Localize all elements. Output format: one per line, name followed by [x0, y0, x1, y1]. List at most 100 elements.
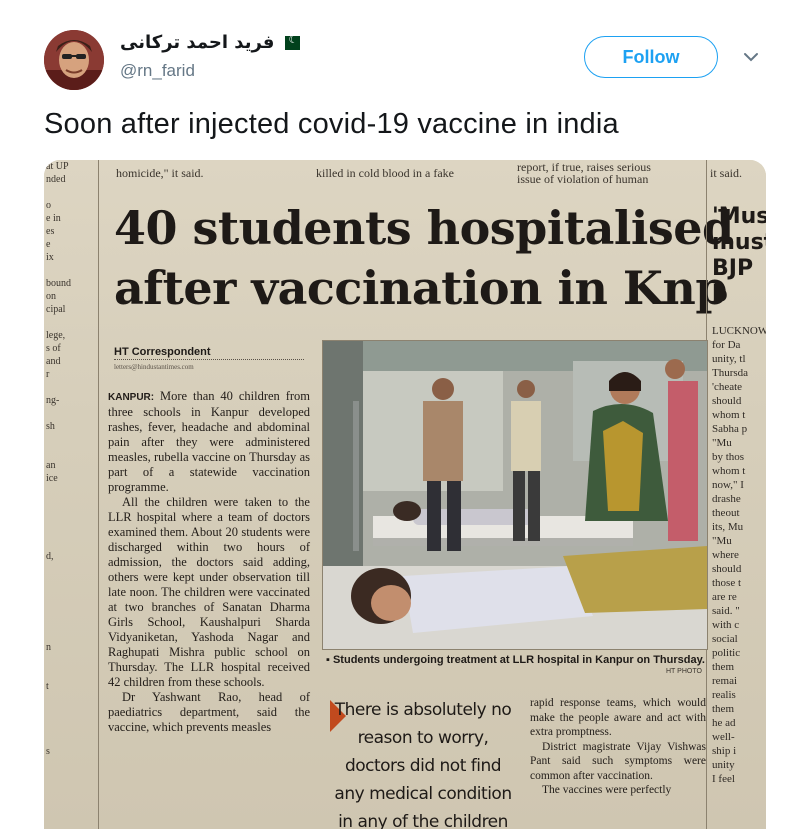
column-fragment-line: Thursda	[712, 367, 749, 379]
top-strip-text: issue of violation of human	[517, 172, 649, 186]
byline-email: letters@hindustantimes.com	[114, 363, 194, 371]
top-strip: homicide," it said. killed in cold blood…	[112, 160, 766, 186]
byline-rule	[114, 359, 304, 360]
column-fragment-line: and	[46, 356, 61, 367]
column-fragment-line	[46, 719, 98, 732]
chevron-down-icon[interactable]	[740, 46, 762, 68]
column-fragment-line	[46, 602, 98, 615]
column-fragment-line: BJP b	[712, 256, 754, 307]
column-fragment-line	[46, 381, 98, 394]
column-fragment-line: d,	[46, 551, 54, 562]
top-strip-text: homicide," it said.	[116, 166, 204, 180]
column-fragment-line: cipal	[46, 304, 66, 315]
column-fragment-line	[46, 498, 98, 511]
column-fragment-line: politic	[712, 647, 741, 659]
column-fragment-line: "Mu	[712, 437, 732, 449]
column-fragment-line	[46, 316, 98, 329]
tweet-text: Soon after injected covid-19 vaccine in …	[44, 108, 619, 140]
column-fragment-line: r	[46, 369, 50, 380]
column-fragment-line: "Mu	[712, 535, 732, 547]
column-fragment-line: lege,	[46, 330, 66, 341]
column-fragment-line	[46, 446, 98, 459]
caption-text: Students undergoing treatment at LLR hos…	[332, 654, 705, 666]
column-fragment-line: social	[712, 633, 738, 645]
column-fragment-line: drashe	[712, 493, 741, 505]
column-fragment-line: ix	[46, 252, 54, 263]
column-fragment-line: whom t	[712, 465, 746, 477]
column-fragment-line	[46, 732, 98, 745]
column-fragment-line: now," I	[712, 479, 744, 491]
column-fragment-line: where	[712, 549, 739, 561]
article-paragraph: rapid response teams, which would make t…	[530, 697, 706, 738]
headline: 40 students hospitalised after vaccinati…	[114, 198, 734, 318]
byline: HT Correspondent	[114, 346, 211, 358]
user-handle[interactable]: @rn_farid	[120, 61, 195, 81]
pull-quote: There is absolutely no reason to worry, …	[334, 700, 512, 829]
tweet-media-image[interactable]: at UP nded o e in es e ix bound on cipal lege, s…	[44, 160, 766, 829]
column-fragment-line	[46, 706, 98, 719]
display-name[interactable]: فريد احمد ترکانی	[120, 32, 274, 53]
right-column-body: LUCKNOW for Da unity, tl Thursda 'cheate shou…	[712, 324, 766, 786]
column-fragment-line: by thos	[712, 451, 745, 463]
column-fragment-line	[46, 615, 98, 628]
column-fragment-line: them	[712, 661, 734, 673]
article-paragraph: All the children were taken to the LLR h…	[108, 495, 310, 689]
column-fragment-line: e in	[46, 213, 61, 224]
column-fragment-line: those t	[712, 577, 742, 589]
pakistan-flag-icon	[280, 33, 301, 50]
column-fragment-line: whom t	[712, 409, 746, 421]
display-name-row[interactable]: فريد احمد ترکانی	[120, 32, 301, 53]
column-fragment-line: are re	[712, 591, 737, 603]
column-fragment-line: should	[712, 395, 742, 407]
column-fragment-line: t	[46, 681, 49, 692]
column-fragment-line: 'cheate	[712, 381, 743, 393]
newspaper-clipping: at UP nded o e in es e ix bound on cipal lege, s…	[44, 160, 766, 829]
dateline: KANPUR:	[108, 392, 155, 403]
column-fragment-line: for Da	[712, 339, 741, 351]
column-fragment-line	[46, 576, 98, 589]
news-photo	[322, 340, 708, 650]
column-fragment-line: at UP	[46, 161, 69, 172]
column-fragment-line: sh	[46, 421, 55, 432]
column-fragment-line: bound	[46, 278, 71, 289]
column-fragment-line: realis	[712, 689, 736, 701]
column-fragment-line	[46, 667, 98, 680]
column-fragment-line	[46, 628, 98, 641]
column-fragment-line: s	[46, 746, 50, 757]
hospital-ward-photo	[323, 341, 707, 649]
article-paragraph: More than 40 children from three schools…	[108, 389, 310, 494]
column-fragment-line	[46, 563, 98, 576]
column-fragment-line	[46, 589, 98, 602]
column-fragment-line	[46, 186, 98, 199]
column-fragment-line	[46, 524, 98, 537]
column-fragment-line: remai	[712, 675, 738, 687]
column-fragment-line: them	[712, 703, 734, 715]
photo-credit: HT PHOTO	[666, 668, 702, 675]
column-fragment-line	[46, 693, 98, 706]
article-body-right: rapid response teams, which would make t…	[530, 696, 706, 798]
follow-button[interactable]: Follow	[584, 36, 718, 78]
column-fragment-line	[46, 511, 98, 524]
column-fragment-line: said. "	[712, 605, 740, 617]
column-fragment-line: nded	[46, 174, 66, 185]
avatar-photo	[44, 30, 104, 90]
article-body: KANPUR: More than 40 children from three…	[108, 389, 310, 735]
column-fragment-line: 'Musli	[712, 204, 766, 229]
right-column-headline: 'MuslimustBJP b	[712, 204, 766, 308]
photo-caption: ▪ Students undergoing treatment at LLR h…	[326, 653, 706, 667]
column-fragment-line: he ad	[712, 717, 736, 729]
column-fragment-line: s of	[46, 343, 61, 354]
column-fragment-line	[46, 407, 98, 420]
column-fragment-line: ship i	[712, 745, 737, 757]
column-fragment-line: n	[46, 642, 51, 653]
column-fragment-line: on	[46, 291, 56, 302]
avatar[interactable]	[44, 30, 104, 90]
column-fragment-line: with c	[712, 619, 740, 631]
column-fragment-line	[46, 537, 98, 550]
column-fragment-line: es	[46, 226, 55, 237]
article-paragraph: The vaccines were perfectly	[542, 784, 672, 796]
column-fragment-line: theout	[712, 507, 740, 519]
column-fragment-line: unity, tl	[712, 353, 746, 365]
column-fragment-line: should	[712, 563, 742, 575]
right-column-fragment: 'MuslimustBJP b LUCKNOW for Da unity, tl Th…	[706, 160, 766, 829]
